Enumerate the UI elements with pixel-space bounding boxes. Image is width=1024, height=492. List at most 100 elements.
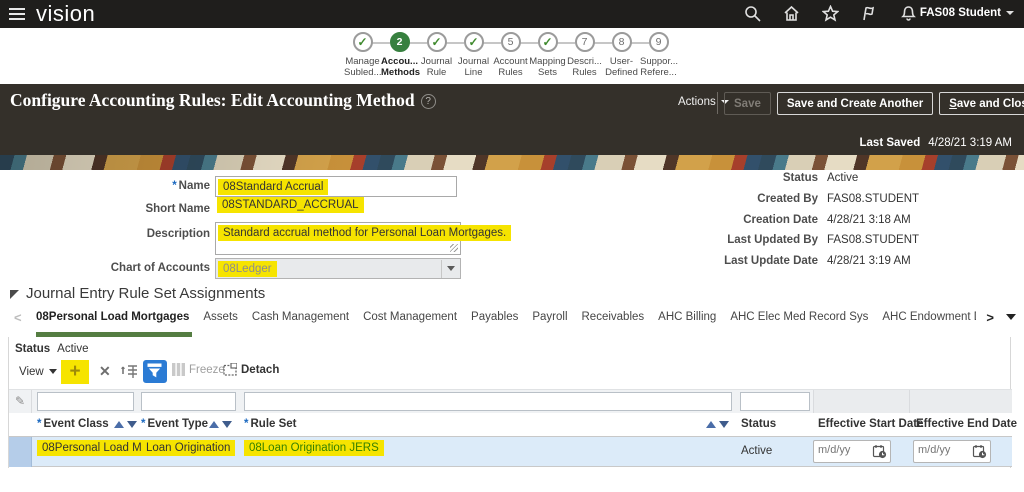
- column-header-effective-end-date[interactable]: Effective End Date: [916, 418, 1017, 430]
- tab-ahc-billing[interactable]: AHC Billing: [658, 311, 716, 337]
- decorative-banner: [0, 155, 1024, 170]
- resize-handle-icon[interactable]: [450, 244, 458, 252]
- date-picker-icon[interactable]: [972, 444, 987, 462]
- delete-row-icon[interactable]: ✕: [99, 363, 111, 380]
- cell-rule-set[interactable]: 08Loan Origination JERS: [244, 442, 384, 454]
- notifications-bell-icon[interactable]: [900, 5, 917, 22]
- help-icon[interactable]: ?: [421, 94, 436, 109]
- user-menu[interactable]: FAS08 Student: [920, 7, 1014, 19]
- train-step-manage-subledger[interactable]: ✓ ManageSubled...: [344, 32, 381, 78]
- column-header-status[interactable]: Status: [741, 418, 776, 430]
- description-textarea[interactable]: Standard accrual method for Personal Loa…: [215, 222, 461, 255]
- train-step-account-rules[interactable]: 5 AccountRules: [492, 32, 529, 78]
- actions-menu[interactable]: Actions: [678, 96, 729, 108]
- tab-receivables[interactable]: Receivables: [582, 311, 645, 337]
- tab-08personal-load-mortgages[interactable]: 08Personal Load Mortgages: [36, 311, 189, 337]
- query-by-example-button[interactable]: [143, 360, 167, 383]
- short-name-label: Short Name: [10, 203, 210, 215]
- chart-of-accounts-select[interactable]: 08Ledger: [215, 258, 461, 279]
- check-icon: ✓: [542, 35, 552, 49]
- last-updated-by-value: FAS08.STUDENT: [827, 234, 919, 246]
- date-picker-icon[interactable]: [872, 444, 887, 462]
- tab-status: StatusActive: [15, 343, 88, 355]
- column-header-rule-set[interactable]: *Rule Set: [244, 418, 297, 430]
- creation-date-value: 4/28/21 3:18 AM: [827, 214, 911, 226]
- section-header[interactable]: Journal Entry Rule Set Assignments: [10, 285, 265, 302]
- save-and-close-button[interactable]: Save and Close: [939, 92, 1024, 115]
- last-saved: Last Saved4/28/21 3:19 AM: [860, 137, 1013, 149]
- watchlist-flag-icon[interactable]: [861, 5, 878, 22]
- effective-start-date-input[interactable]: [818, 444, 866, 456]
- effective-end-date-input[interactable]: [918, 444, 966, 456]
- created-by-value: FAS08.STUDENT: [827, 193, 919, 205]
- status-label: Status: [668, 172, 818, 184]
- ledger-tabs: < 08Personal Load Mortgages Assets Cash …: [0, 303, 1024, 337]
- freeze-control: Freeze: [172, 363, 225, 376]
- description-label: Description: [10, 228, 210, 240]
- sort-descending-icon[interactable]: [719, 421, 729, 428]
- train-step-journal-line[interactable]: ✓ JournalLine: [455, 32, 492, 78]
- cell-event-type: Loan Origination: [141, 442, 235, 454]
- application-window: vision FAS08 Student ✓ ManageSubled... 2: [0, 0, 1024, 492]
- name-input[interactable]: 08Standard Accrual: [215, 176, 457, 197]
- filter-rule-set-input[interactable]: [244, 392, 732, 411]
- tab-cost-management[interactable]: Cost Management: [363, 311, 457, 337]
- train-step-user-defined[interactable]: 8 User-Defined: [603, 32, 640, 78]
- sort-descending-icon[interactable]: [222, 421, 232, 428]
- home-icon[interactable]: [783, 5, 800, 22]
- tab-payroll[interactable]: Payroll: [532, 311, 567, 337]
- favorites-star-icon[interactable]: [822, 5, 839, 22]
- toolbar-divider: [717, 92, 718, 114]
- column-header-event-type[interactable]: *Event Type: [141, 418, 208, 430]
- tabs-scroll-right-icon[interactable]: >: [986, 310, 994, 325]
- name-label: *Name: [10, 180, 210, 192]
- tab-ahc-elec-med-record-sys[interactable]: AHC Elec Med Record Sys: [730, 311, 868, 337]
- tabs-overflow-menu-icon[interactable]: [1006, 314, 1016, 320]
- status-value: Active: [827, 172, 858, 184]
- search-icon[interactable]: [744, 5, 761, 22]
- sort-ascending-icon[interactable]: [209, 421, 219, 428]
- train-step-description-rules[interactable]: 7 Descri...Rules: [566, 32, 603, 78]
- row-selector[interactable]: [9, 437, 32, 467]
- tabs-scroll-left-icon[interactable]: <: [14, 310, 22, 325]
- creation-date-label: Creation Date: [668, 214, 818, 226]
- effective-end-date-field: [913, 440, 991, 463]
- detach-control[interactable]: Detach: [223, 363, 279, 376]
- detach-icon: [223, 363, 237, 376]
- save-button[interactable]: Save: [724, 92, 771, 115]
- add-row-button[interactable]: +: [61, 360, 89, 384]
- filter-event-class-input[interactable]: [37, 392, 134, 411]
- tab-cash-management[interactable]: Cash Management: [252, 311, 349, 337]
- tab-ahc-endowment-donations[interactable]: AHC Endowment Donations: [882, 311, 976, 337]
- column-header-effective-start-date[interactable]: Effective Start Date: [818, 418, 923, 430]
- filter-event-type-input[interactable]: [141, 392, 236, 411]
- accounting-method-form: *Name 08Standard Accrual Short Name 08ST…: [0, 170, 1024, 285]
- filter-status-input[interactable]: [740, 392, 810, 411]
- sort-ascending-icon[interactable]: [114, 421, 124, 428]
- user-name: FAS08 Student: [920, 7, 1001, 19]
- chevron-down-icon: [49, 369, 57, 374]
- train-step-mapping-sets[interactable]: ✓ MappingSets: [529, 32, 566, 78]
- sort-descending-icon[interactable]: [127, 421, 137, 428]
- view-menu[interactable]: View: [19, 366, 57, 378]
- save-and-create-another-button[interactable]: Save and Create Another: [777, 92, 933, 115]
- train-step-journal-rule[interactable]: ✓ JournalRule: [418, 32, 455, 78]
- tab-payables[interactable]: Payables: [471, 311, 518, 337]
- train-step-accounting-methods[interactable]: 2 Accou...Methods: [381, 32, 418, 78]
- cell-status: Active: [741, 445, 772, 457]
- navigation-menu-icon[interactable]: [9, 8, 25, 20]
- sort-ascending-icon[interactable]: [706, 421, 716, 428]
- go-to-top-icon[interactable]: [121, 362, 139, 383]
- page-title: Configure Accounting Rules: Edit Account…: [10, 90, 436, 111]
- short-name-value: 08STANDARD_ACCRUAL: [217, 199, 364, 211]
- disclosure-expanded-icon: [10, 290, 19, 299]
- tab-assets[interactable]: Assets: [203, 311, 238, 337]
- chevron-down-icon: [1006, 11, 1014, 15]
- table-header-row: *Event Class *Event Type *Rule Set Statu…: [9, 413, 1012, 437]
- check-icon: ✓: [431, 35, 441, 49]
- table-row[interactable]: 08Personal Load Mor... Loan Origination …: [9, 437, 1012, 467]
- last-update-date-label: Last Update Date: [668, 255, 818, 267]
- train-step-supporting-references[interactable]: 9 Suppor...Refere...: [640, 32, 677, 78]
- progress-train: ✓ ManageSubled... 2 Accou...Methods ✓ Jo…: [0, 28, 1024, 84]
- column-header-event-class[interactable]: *Event Class: [37, 418, 109, 430]
